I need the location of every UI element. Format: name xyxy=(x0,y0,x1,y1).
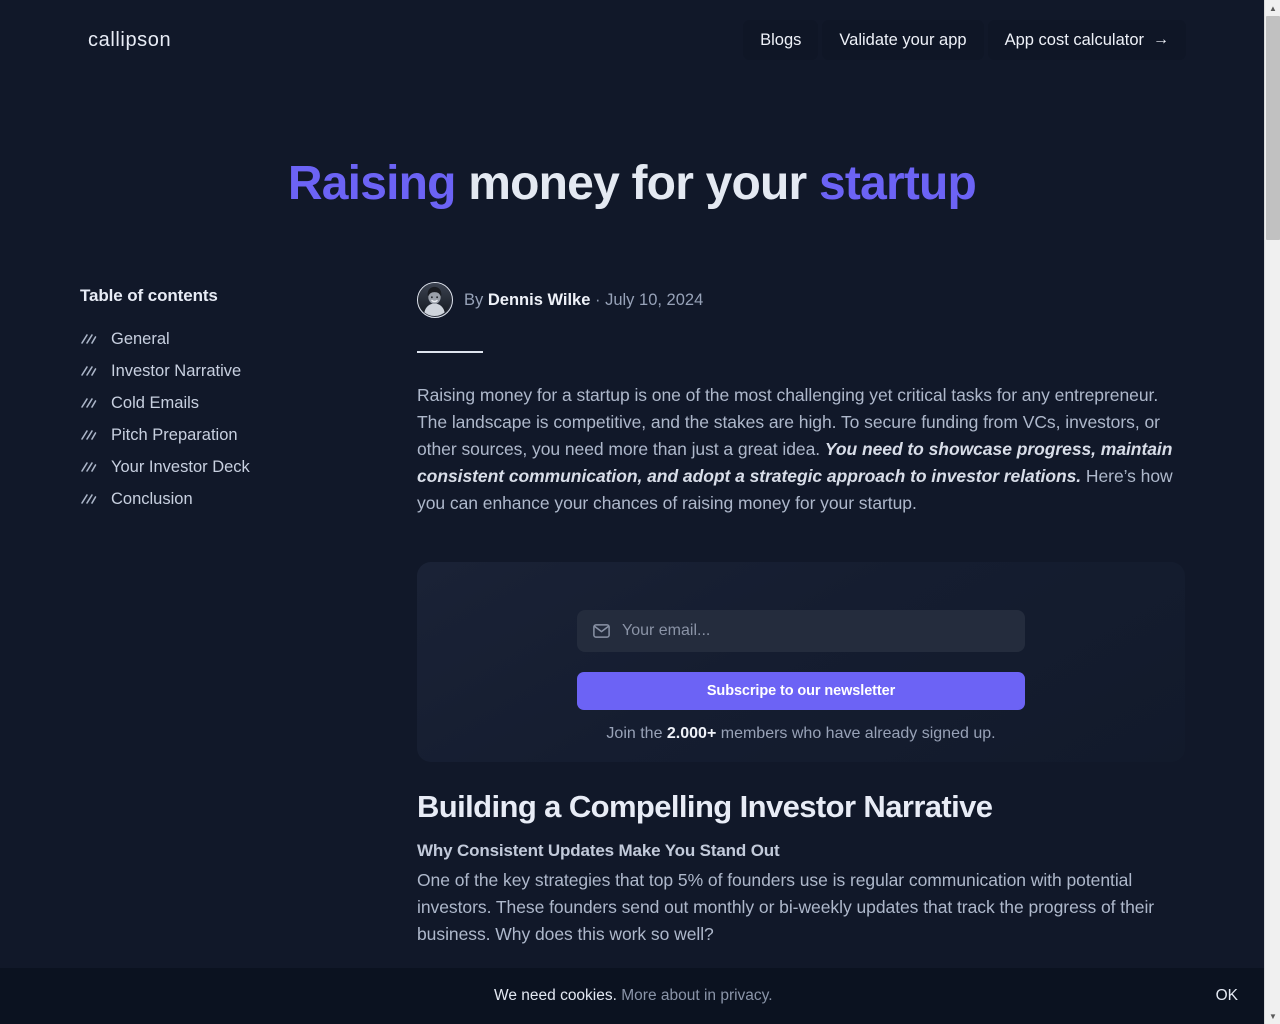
page-title-middle: money for your xyxy=(468,157,807,210)
byline: By Dennis Wilke · July 10, 2024 xyxy=(417,282,1185,318)
nav-item-label: Validate your app xyxy=(839,31,967,49)
toc-item-your-investor-deck[interactable]: Your Investor Deck xyxy=(80,456,380,478)
toc-item-label: Pitch Preparation xyxy=(111,426,238,444)
cookie-message: We need cookies. xyxy=(494,987,617,1004)
page-title: Raising money for your startup xyxy=(0,152,1264,216)
toc-title: Table of contents xyxy=(80,286,218,305)
slashes-icon xyxy=(81,494,97,504)
avatar xyxy=(417,282,453,318)
slashes-icon xyxy=(81,334,97,344)
section-paragraph: One of the key strategies that top 5% of… xyxy=(417,870,1155,944)
nav-item-label: Blogs xyxy=(760,31,802,49)
main-navigation: Blogs Validate your app App cost calcula… xyxy=(743,20,1186,60)
slashes-icon xyxy=(81,430,97,440)
toc-item-label: Cold Emails xyxy=(111,394,200,412)
join-count: 2.000+ xyxy=(666,725,717,742)
email-placeholder: Your email... xyxy=(622,622,711,639)
toc-item-pitch-preparation[interactable]: Pitch Preparation xyxy=(80,424,380,446)
arrow-right-icon: → xyxy=(1153,31,1169,48)
join-note: Join the 2.000+ members who have already… xyxy=(417,725,1185,743)
toc-item-label: Conclusion xyxy=(111,490,193,508)
toc-item-investor-narrative[interactable]: Investor Narrative xyxy=(80,360,380,382)
byline-text: By Dennis Wilke · July 10, 2024 xyxy=(464,289,703,311)
byline-date: July 10, 2024 xyxy=(605,291,704,309)
newsletter-card: Your email... Subscripe to our newslette… xyxy=(417,562,1185,762)
scrollbar-thumb[interactable] xyxy=(1266,16,1280,240)
byline-separator: · xyxy=(595,291,601,309)
cookie-privacy-link[interactable]: More about in privacy. xyxy=(621,987,772,1004)
byline-divider xyxy=(417,351,483,353)
slashes-icon xyxy=(81,462,97,472)
slashes-icon xyxy=(81,366,97,376)
cookie-text: We need cookies. More about in privacy. xyxy=(494,987,773,1005)
page-viewport: callipson Blogs Validate your app App co… xyxy=(0,0,1264,1024)
slashes-icon xyxy=(81,398,97,408)
byline-author: Dennis Wilke xyxy=(487,291,591,309)
brand-logo[interactable]: callipson xyxy=(88,29,171,52)
mail-icon xyxy=(593,624,610,638)
lede-paragraph: Raising money for a startup is one of th… xyxy=(417,382,1185,517)
article-section: Building a Compelling Investor Narrative… xyxy=(417,786,1185,948)
page-title-accent-end: startup xyxy=(818,157,977,210)
page-title-accent-start: Raising xyxy=(287,157,457,210)
nav-item-app-cost-calculator[interactable]: App cost calculator → xyxy=(987,20,1186,60)
scroll-down-arrow-icon[interactable]: ▼ xyxy=(1265,1008,1280,1024)
toc-item-label: Investor Narrative xyxy=(111,362,242,380)
toc-item-label: General xyxy=(111,330,170,348)
section-heading: Building a Compelling Investor Narrative xyxy=(417,789,993,824)
nav-item-validate-your-app[interactable]: Validate your app xyxy=(822,20,984,60)
cookie-banner: We need cookies. More about in privacy. … xyxy=(0,968,1264,1024)
byline-prefix: By xyxy=(464,291,484,309)
table-of-contents: Table of contents General Investor Narra… xyxy=(80,286,380,510)
avatar-photo xyxy=(418,283,451,316)
site-header: callipson Blogs Validate your app App co… xyxy=(0,0,1264,82)
section-subheading: Why Consistent Updates Make You Stand Ou… xyxy=(417,841,780,860)
nav-item-label: App cost calculator xyxy=(1004,31,1144,49)
toc-item-general[interactable]: General xyxy=(80,328,380,350)
toc-item-cold-emails[interactable]: Cold Emails xyxy=(80,392,380,414)
toc-item-conclusion[interactable]: Conclusion xyxy=(80,488,380,510)
cookie-ok-button[interactable]: OK xyxy=(1216,987,1238,1005)
email-field[interactable]: Your email... xyxy=(577,610,1025,652)
toc-item-label: Your Investor Deck xyxy=(111,458,250,476)
subscribe-button[interactable]: Subscripe to our newsletter xyxy=(577,672,1025,710)
article-body: By Dennis Wilke · July 10, 2024 Raising … xyxy=(417,282,1185,517)
join-prefix: Join the xyxy=(606,725,667,742)
join-suffix: members who have already signed up. xyxy=(716,725,996,742)
vertical-scrollbar[interactable]: ▲ ▼ xyxy=(1264,0,1280,1024)
scroll-up-arrow-icon[interactable]: ▲ xyxy=(1265,0,1280,16)
nav-item-blogs[interactable]: Blogs xyxy=(743,20,819,60)
toc-list: General Investor Narrative Cold Emails P… xyxy=(80,328,380,510)
